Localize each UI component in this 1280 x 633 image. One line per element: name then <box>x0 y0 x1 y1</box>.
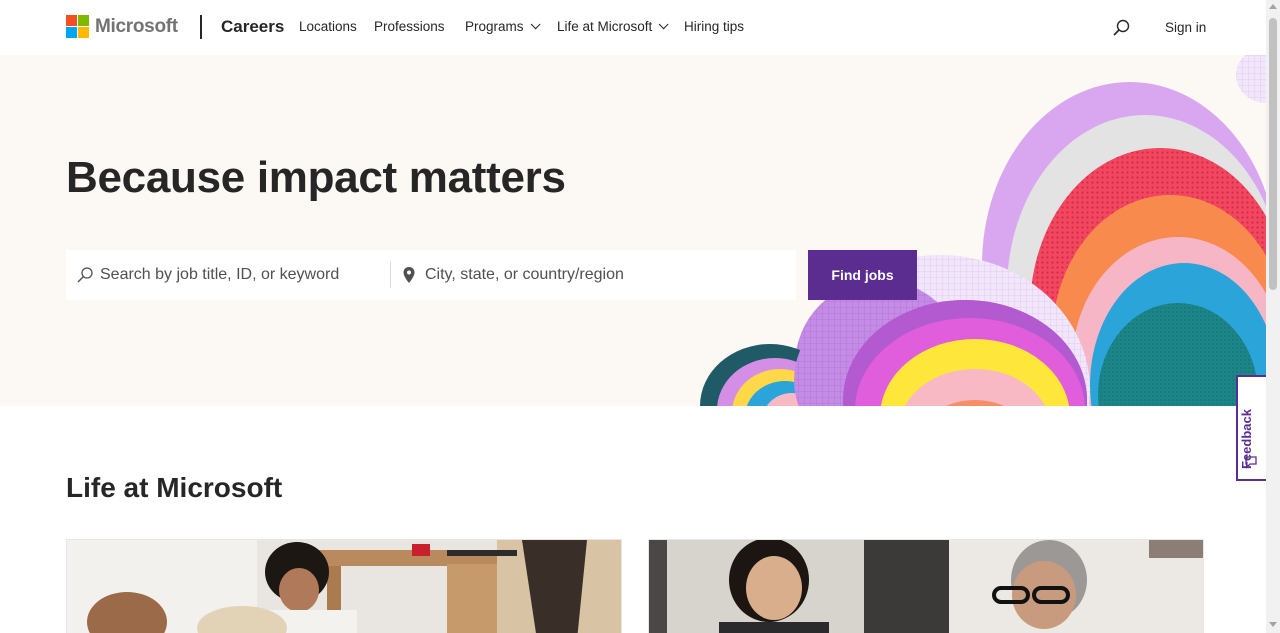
job-search-box <box>66 250 796 300</box>
nav-item-label: Life at Microsoft <box>557 19 653 34</box>
life-card-person-with-dog[interactable] <box>66 539 622 633</box>
life-section-title: Life at Microsoft <box>66 472 283 503</box>
scroll-up-arrow-icon[interactable] <box>1269 4 1277 9</box>
nav-item-professions[interactable]: Professions <box>374 19 445 34</box>
search-icon[interactable] <box>1111 18 1131 38</box>
header-divider <box>200 15 202 39</box>
hero-rainbow-illustration <box>700 55 1266 406</box>
keyword-search-input[interactable] <box>100 250 385 300</box>
careers-link[interactable]: Careers <box>221 17 284 37</box>
location-search-input[interactable] <box>425 250 785 300</box>
feedback-tab[interactable]: Feedback <box>1236 375 1266 481</box>
nav-item-label: Locations <box>299 19 357 34</box>
nav-item-hiring-tips[interactable]: Hiring tips <box>684 19 744 34</box>
microsoft-logo-icon <box>66 15 89 38</box>
colleagues-at-laptop-photo <box>649 540 1203 633</box>
careers-page: Microsoft Careers Locations Professions … <box>0 0 1280 633</box>
scroll-down-arrow-icon[interactable] <box>1269 622 1277 627</box>
search-divider <box>390 262 391 288</box>
logo-text: Microsoft <box>95 15 178 37</box>
chevron-down-icon <box>658 19 669 30</box>
nav-item-programs[interactable]: Programs <box>465 19 541 34</box>
search-icon <box>77 267 93 283</box>
nav-item-label: Hiring tips <box>684 19 745 34</box>
scrollbar-thumb[interactable] <box>1269 18 1277 290</box>
site-header: Microsoft Careers Locations Professions … <box>0 0 1266 55</box>
nav-item-locations[interactable]: Locations <box>299 19 357 34</box>
microsoft-logo[interactable]: Microsoft <box>66 15 178 38</box>
hero-banner: Because impact matters Find jobs <box>0 55 1266 406</box>
feedback-icon <box>1245 456 1257 469</box>
find-jobs-button[interactable]: Find jobs <box>808 250 917 300</box>
chevron-down-icon <box>530 19 541 30</box>
page-scrollbar[interactable] <box>1266 0 1280 633</box>
life-card-colleagues[interactable] <box>648 539 1204 633</box>
location-pin-icon <box>403 267 415 283</box>
nav-item-label: Programs <box>465 19 524 34</box>
sign-in-link[interactable]: Sign in <box>1165 20 1206 35</box>
nav-item-life-at-microsoft[interactable]: Life at Microsoft <box>557 19 669 34</box>
hero-title: Because impact matters <box>66 153 566 202</box>
person-at-desk-with-dog-photo <box>67 540 621 633</box>
nav-item-label: Professions <box>374 19 445 34</box>
